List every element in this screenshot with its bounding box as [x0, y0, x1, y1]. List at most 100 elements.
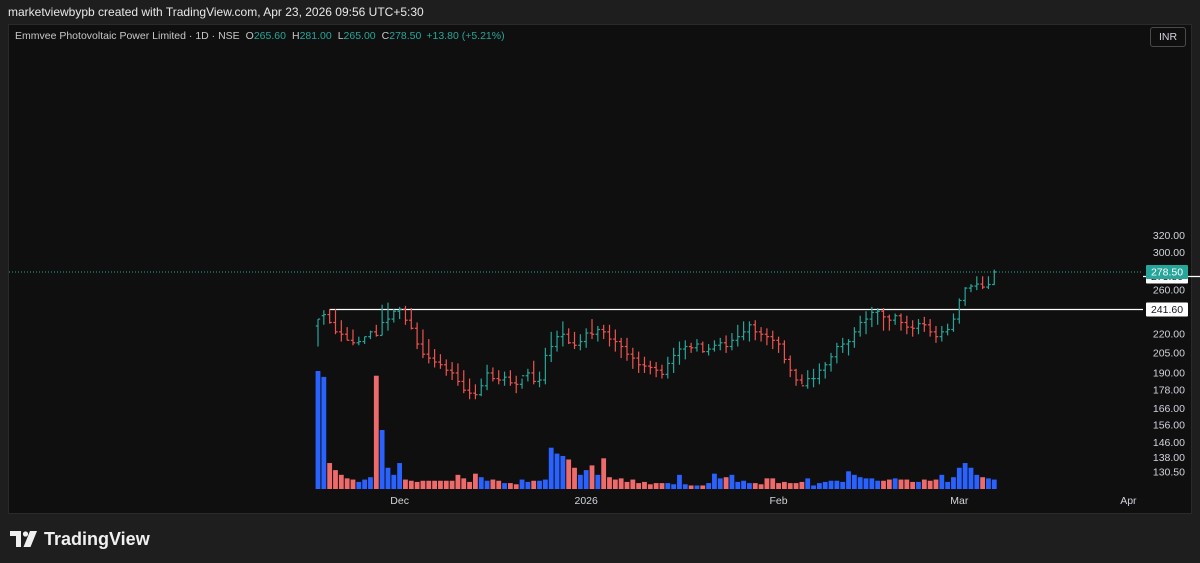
volume-bar — [344, 478, 350, 489]
time-tick-label: 2026 — [575, 495, 599, 507]
price-tick-label: 220.00 — [1153, 329, 1185, 341]
volume-bar — [962, 463, 968, 489]
volume-bar — [368, 477, 373, 489]
time-tick-label: Apr — [1120, 495, 1137, 507]
volume-bar — [869, 478, 875, 489]
volume-bar — [776, 483, 781, 489]
time-tick-label: Mar — [950, 495, 969, 507]
volume-bar — [881, 480, 886, 489]
volume-bar — [927, 480, 933, 489]
volume-bar — [717, 478, 723, 489]
volume-bar — [484, 480, 490, 489]
price-tick-label: 178.00 — [1153, 385, 1185, 397]
volume-bar — [566, 459, 572, 489]
volume-bar — [473, 473, 478, 489]
open-value: 265.60 — [253, 30, 286, 42]
volume-bar — [589, 465, 595, 489]
volume-bar — [956, 467, 962, 489]
volume-bar — [560, 455, 566, 489]
price-tick-label: 260.00 — [1153, 285, 1185, 297]
volume-bar — [846, 471, 851, 489]
volume-bar — [910, 481, 916, 489]
volume-bar — [385, 467, 391, 489]
volume-bar — [408, 480, 414, 489]
volume-bar — [350, 479, 356, 489]
volume-bar — [577, 474, 583, 489]
volume-bar — [921, 479, 927, 489]
volume-bar — [659, 483, 665, 489]
high-label: H — [291, 30, 300, 42]
volume-bar — [741, 480, 746, 489]
volume-bar — [840, 481, 846, 489]
volume-bar — [694, 485, 700, 489]
volume-bar — [828, 480, 834, 489]
volume-bar — [712, 473, 717, 489]
volume-bar — [618, 478, 624, 489]
volume-bar — [735, 481, 741, 489]
volume-bar — [537, 480, 542, 489]
volume-bar — [507, 483, 513, 489]
volume-bar — [787, 483, 793, 489]
volume-bar — [782, 481, 787, 489]
volume-bar — [478, 477, 484, 489]
volume-bar — [729, 474, 735, 489]
time-tick-label: Dec — [390, 495, 409, 507]
volume-bar — [816, 483, 822, 489]
price-tick-label: 130.50 — [1153, 467, 1185, 479]
volume-bar — [770, 478, 776, 489]
volume-bar — [426, 480, 432, 489]
tradingview-logo-icon — [10, 531, 37, 547]
volume-bar — [682, 484, 688, 489]
candlestick-chart[interactable]: 320.00 300.00 260.00 220.00 205.00 190.00 178.… — [0, 0, 1200, 563]
close-value: 278.50 — [389, 30, 422, 42]
volume-bar — [624, 481, 630, 489]
volume-bar — [671, 484, 677, 489]
volume-bar — [438, 480, 443, 489]
volume-bar — [974, 474, 980, 489]
volume-bar — [403, 479, 408, 489]
volume-bar — [706, 483, 712, 489]
last-price-label: 278.50 — [1151, 266, 1183, 278]
volume-bar — [968, 467, 974, 489]
volume-bar — [519, 479, 525, 489]
volume-bar — [356, 481, 362, 489]
volume-bar — [758, 484, 764, 489]
volume-bar — [688, 485, 694, 489]
volume-bar — [432, 480, 437, 489]
price-tick-label: 146.00 — [1153, 437, 1185, 449]
symbol-title: Emmvee Photovoltaic Power Limited · 1D ·… — [15, 30, 240, 42]
volume-bar — [799, 481, 805, 489]
volume-bar — [607, 477, 612, 489]
volume-bar — [461, 478, 467, 489]
volume-bar — [863, 478, 869, 489]
volume-bar — [951, 477, 956, 489]
volume-bar — [677, 474, 682, 489]
volume-bar — [665, 483, 671, 489]
volume-bar — [321, 376, 327, 489]
volume-bar — [379, 430, 385, 489]
price-tick-label: 190.00 — [1153, 367, 1185, 379]
volume-bar — [443, 480, 449, 489]
volume-bar — [612, 479, 618, 489]
level-price-label: 241.60 — [1151, 304, 1183, 316]
open-label: O — [245, 30, 254, 42]
volume-bar — [572, 467, 577, 489]
volume-bar — [822, 481, 828, 489]
currency-button[interactable]: INR — [1150, 27, 1186, 47]
volume-bar — [898, 479, 904, 489]
symbol-legend: Emmvee Photovoltaic Power Limited · 1D ·… — [15, 29, 505, 43]
volume-bar — [414, 481, 420, 489]
volume-bar — [315, 371, 321, 489]
price-tick-label: 205.00 — [1153, 347, 1185, 359]
volume-bar — [391, 474, 397, 489]
volume-bar — [752, 483, 758, 489]
volume-bar — [531, 480, 537, 489]
volume-bar — [933, 479, 939, 489]
volume-bar — [805, 478, 811, 489]
volume-bar — [548, 447, 554, 489]
volume-bar — [496, 480, 502, 489]
volume-bar — [764, 478, 770, 489]
volume-bar — [811, 485, 816, 489]
volume-bar — [583, 470, 589, 489]
volume-bar — [875, 480, 881, 489]
